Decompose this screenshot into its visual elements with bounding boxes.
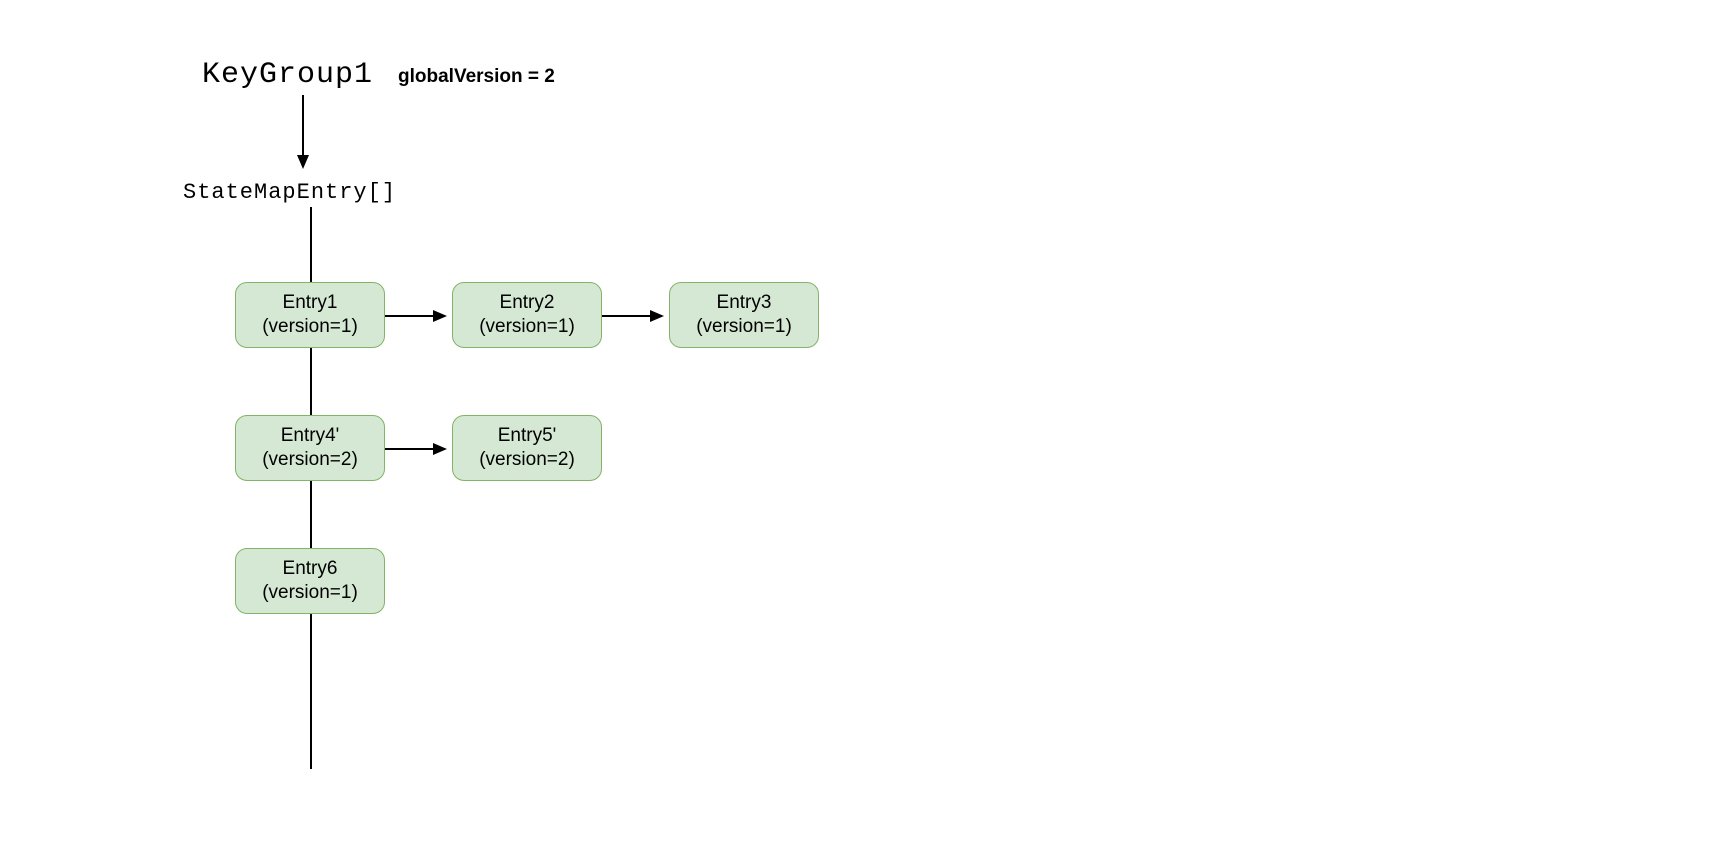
entry-node-entry2: Entry2 (version=1) [452, 282, 602, 348]
entry-name: Entry4' [281, 424, 340, 448]
entry-node-entry1: Entry1 (version=1) [235, 282, 385, 348]
entry-version: (version=2) [479, 448, 575, 472]
entry-node-entry3: Entry3 (version=1) [669, 282, 819, 348]
entry-version: (version=1) [262, 315, 358, 339]
entry-version: (version=1) [262, 581, 358, 605]
keygroup-title: KeyGroup1 [202, 58, 373, 92]
entry-name: Entry1 [283, 291, 338, 315]
entry-node-entry5: Entry5' (version=2) [452, 415, 602, 481]
entry-name: Entry3 [717, 291, 772, 315]
entry-version: (version=2) [262, 448, 358, 472]
arrow-entry2-to-entry3 [602, 306, 668, 326]
arrow-entry1-to-entry2 [385, 306, 451, 326]
entry-version: (version=1) [696, 315, 792, 339]
entry-version: (version=1) [479, 315, 575, 339]
arrow-title-to-array [293, 95, 313, 173]
arrow-entry4-to-entry5 [385, 439, 451, 459]
entry-name: Entry5' [498, 424, 557, 448]
entry-name: Entry2 [500, 291, 555, 315]
global-version-label: globalVersion = 2 [398, 66, 555, 88]
entry-node-entry6: Entry6 (version=1) [235, 548, 385, 614]
entry-node-entry4: Entry4' (version=2) [235, 415, 385, 481]
entry-name: Entry6 [283, 557, 338, 581]
statemapentry-array-label: StateMapEntry[] [183, 180, 396, 205]
